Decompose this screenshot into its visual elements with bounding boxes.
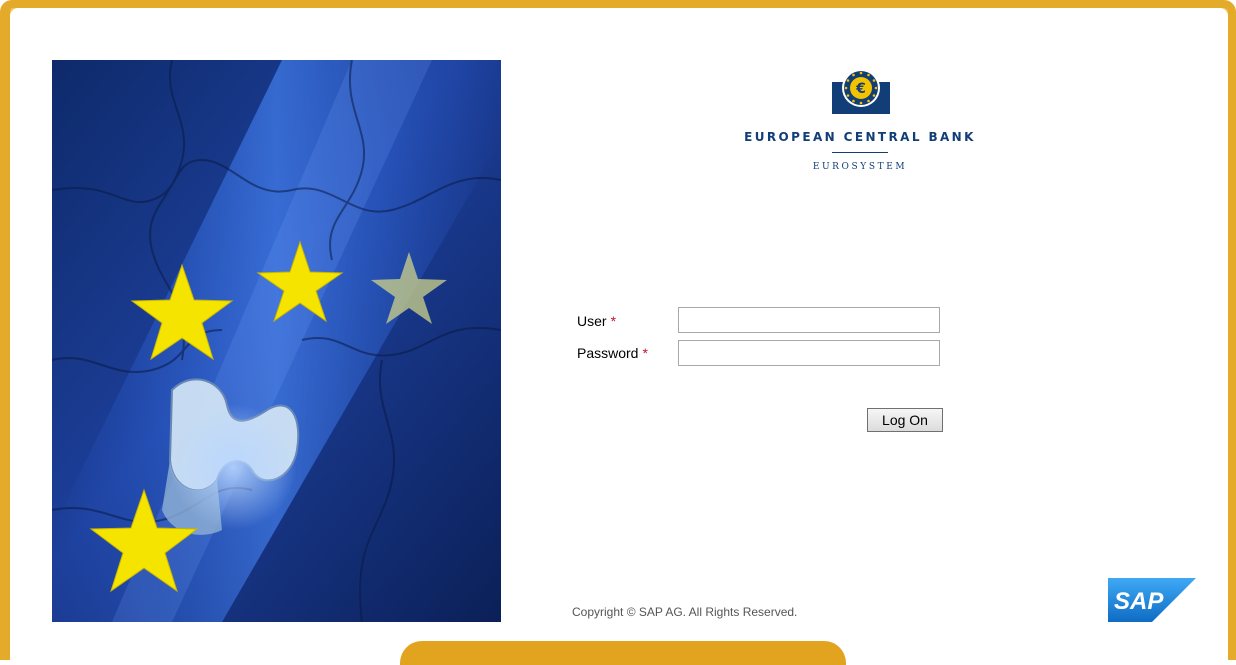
eurosystem-label: EUROSYSTEM <box>812 162 908 172</box>
hero-image <box>52 60 501 622</box>
copyright-text: Copyright © SAP AG. All Rights Reserved. <box>572 605 798 619</box>
password-required-mark: * <box>642 345 648 361</box>
svg-text:€: € <box>855 81 866 97</box>
sap-logo-text: SAP <box>1114 588 1164 615</box>
user-label-text: User <box>577 313 607 329</box>
user-input[interactable] <box>678 307 940 333</box>
ecb-name: EUROPEAN CENTRAL BANK <box>744 130 976 144</box>
euro-emblem-icon: € <box>832 69 890 114</box>
password-label-text: Password <box>577 345 639 361</box>
bottom-tab <box>400 641 846 665</box>
ecb-logo: € EUROPEAN CENTRAL BANK EUROSYSTEM <box>720 68 1000 188</box>
log-on-button[interactable]: Log On <box>867 408 943 432</box>
password-label: Password * <box>577 345 648 361</box>
logo-divider <box>832 152 888 153</box>
password-input[interactable] <box>678 340 940 366</box>
sap-logo-icon: SAP <box>1108 578 1196 622</box>
user-label: User * <box>577 313 616 329</box>
user-required-mark: * <box>610 313 617 329</box>
